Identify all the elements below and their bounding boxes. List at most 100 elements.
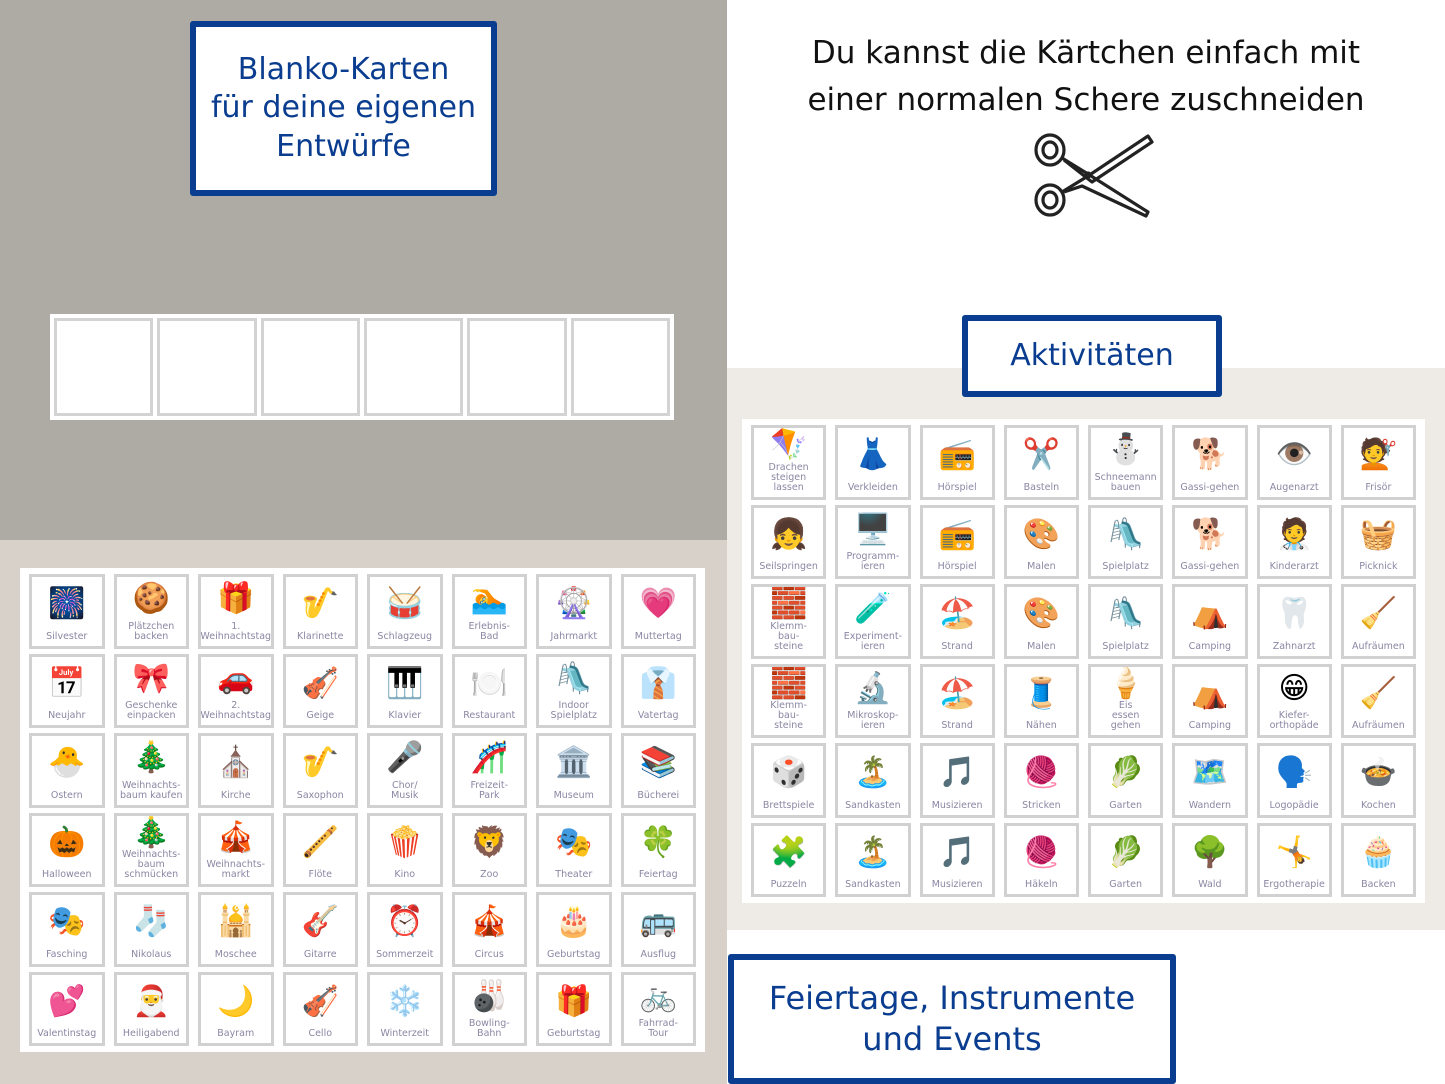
card-label: Eis essen gehen [1110, 700, 1141, 731]
card-label: Klarinette [297, 630, 344, 642]
picture-card: 🎵 Musizieren [919, 822, 995, 897]
picture-card: 🎃 Halloween [29, 812, 105, 887]
card-illustration-icon: 🎵 [938, 755, 976, 791]
picture-card: 🏝️ Sandkasten [835, 743, 911, 818]
card-label: Kino [394, 869, 416, 880]
card-label: Kochen [1361, 799, 1396, 811]
picture-card: 🎄 Weihnachts- baum kaufen [113, 733, 189, 808]
card-illustration-icon: 🗣️ [1275, 755, 1313, 791]
blank-cards-title: Blanko-Karten für deine eigenen Entwürfe [190, 21, 497, 196]
card-label: Logopädie [1269, 799, 1319, 811]
card-illustration-icon: 🎨 [1022, 596, 1061, 632]
picture-card: 🍀 Feiertag [620, 812, 696, 887]
card-illustration-icon: 📻 [938, 437, 976, 473]
picture-card: 📻 Hörspiel [919, 425, 995, 500]
blank-card [157, 318, 257, 416]
picture-card: 📻 Hörspiel [919, 504, 995, 579]
picture-card: 🗺️ Wandern [1172, 743, 1248, 818]
cut-hint-line: Du kannst die Kärtchen einfach mit [811, 35, 1361, 71]
card-illustration-icon: 🔬 [854, 670, 892, 706]
card-illustration-icon: 🎢 [470, 740, 508, 776]
card-illustration-icon: 🎪 [217, 819, 255, 855]
card-illustration-icon: 🏝️ [854, 834, 892, 870]
card-illustration-icon: 🍿 [386, 824, 424, 860]
blank-card [570, 318, 670, 416]
picture-card: 🎵 Musizieren [919, 743, 995, 818]
picture-card: 🏝️ Sandkasten [835, 822, 911, 897]
picture-card: 🧱 Klemm- bau- steine [751, 584, 827, 659]
card-label: Geschenke einpacken [125, 700, 178, 721]
card-illustration-icon: 🧩 [769, 834, 808, 870]
picture-card: 🪈 Flöte [282, 812, 358, 887]
events-title-line: Feiertage, Instrumente [768, 979, 1136, 1018]
card-label: Feiertag [638, 869, 678, 880]
picture-card: 🤸 Ergotherapie [1256, 822, 1332, 897]
card-label: Backen [1361, 879, 1396, 890]
picture-card: 🎀 Geschenke einpacken [113, 653, 189, 728]
card-illustration-icon: 🏊 [470, 581, 508, 617]
card-illustration-icon: 🧱 [769, 665, 808, 701]
card-label: 1. Weihnachtstag [200, 620, 272, 642]
picture-card: 💇 Frisör [1340, 425, 1416, 500]
picture-card: 🧺 Picknick [1340, 504, 1416, 579]
card-label: Weihnachts- baum kaufen [119, 779, 183, 801]
card-label: Kirche [220, 789, 251, 801]
picture-card: 👔 Vatertag [620, 653, 696, 728]
picture-card: ⛺ Camping [1172, 663, 1248, 738]
card-label: Weihnachts- markt [206, 859, 266, 880]
card-label: Frisör [1365, 481, 1392, 493]
picture-card: 🎸 Gitarre [282, 892, 358, 967]
picture-card: 🥬 Garten [1088, 743, 1164, 818]
cut-hint-text: Du kannst die Kärtchen einfach mit einer… [727, 30, 1445, 124]
picture-card: 🎡 Jahrmarkt [536, 574, 612, 649]
blank-card [54, 318, 154, 416]
card-label: Aufräumen [1352, 640, 1405, 652]
picture-card: 🧦 Nikolaus [113, 892, 189, 967]
card-label: Bowling- Bahn [468, 1018, 510, 1039]
events-title-line: und Events [862, 1020, 1042, 1058]
card-illustration-icon: 🧪 [854, 591, 892, 627]
card-label: Bücherei [637, 789, 680, 801]
picture-card: 🏛️ Museum [536, 733, 612, 808]
card-label: Seilspringen [759, 561, 818, 572]
card-illustration-icon: 🗺️ [1191, 755, 1229, 791]
card-illustration-icon: ❄️ [386, 983, 424, 1019]
picture-card: 🌳 Wald [1172, 822, 1248, 897]
picture-card: 🐣 Ostern [29, 733, 105, 808]
card-illustration-icon: 👗 [854, 437, 892, 473]
card-illustration-icon: 🚌 [639, 904, 677, 940]
card-label: Jahrmarkt [550, 630, 598, 642]
picture-card: 🏖️ Strand [919, 663, 995, 738]
card-label: Basteln [1023, 481, 1060, 493]
picture-card: 🎪 Weihnachts- markt [198, 812, 274, 887]
card-label: Flöte [308, 869, 333, 880]
activities-title: Aktivitäten [962, 315, 1222, 397]
card-label: Ausflug [640, 948, 676, 960]
blank-card [260, 318, 360, 416]
card-label: Heiligabend [122, 1028, 180, 1039]
picture-card: 🎲 Brettspiele [751, 743, 827, 818]
card-illustration-icon: ⛺ [1191, 675, 1229, 711]
card-label: Ostern [50, 789, 83, 801]
card-label: Klemm- bau- steine [770, 700, 807, 731]
blank-cards-title-line: Entwürfe [276, 128, 411, 164]
card-illustration-icon: 🌳 [1191, 834, 1229, 870]
picture-card: 🧹 Aufräumen [1340, 663, 1416, 738]
card-illustration-icon: 🍲 [1359, 755, 1398, 791]
card-label: Gassi-gehen [1180, 481, 1240, 493]
card-illustration-icon: 🧶 [1022, 834, 1061, 870]
card-label: Wald [1198, 879, 1222, 890]
picture-card: 🥬 Garten [1088, 822, 1164, 897]
blank-cards-title-line: Blanko-Karten [237, 51, 450, 87]
card-illustration-icon: 🎲 [769, 755, 808, 791]
card-illustration-icon: 🎄 [132, 814, 170, 850]
card-label: Bayram [217, 1028, 255, 1039]
card-illustration-icon: 🌙 [217, 983, 255, 1019]
picture-card: 🧪 Experiment- ieren [835, 584, 911, 659]
card-illustration-icon: 👁️ [1275, 437, 1313, 473]
card-illustration-icon: 🎻 [301, 665, 339, 701]
card-label: Musizieren [931, 799, 983, 811]
card-illustration-icon: 🧦 [132, 904, 170, 940]
picture-card: 🚌 Ausflug [620, 892, 696, 967]
picture-card: 🕌 Moschee [198, 892, 274, 967]
